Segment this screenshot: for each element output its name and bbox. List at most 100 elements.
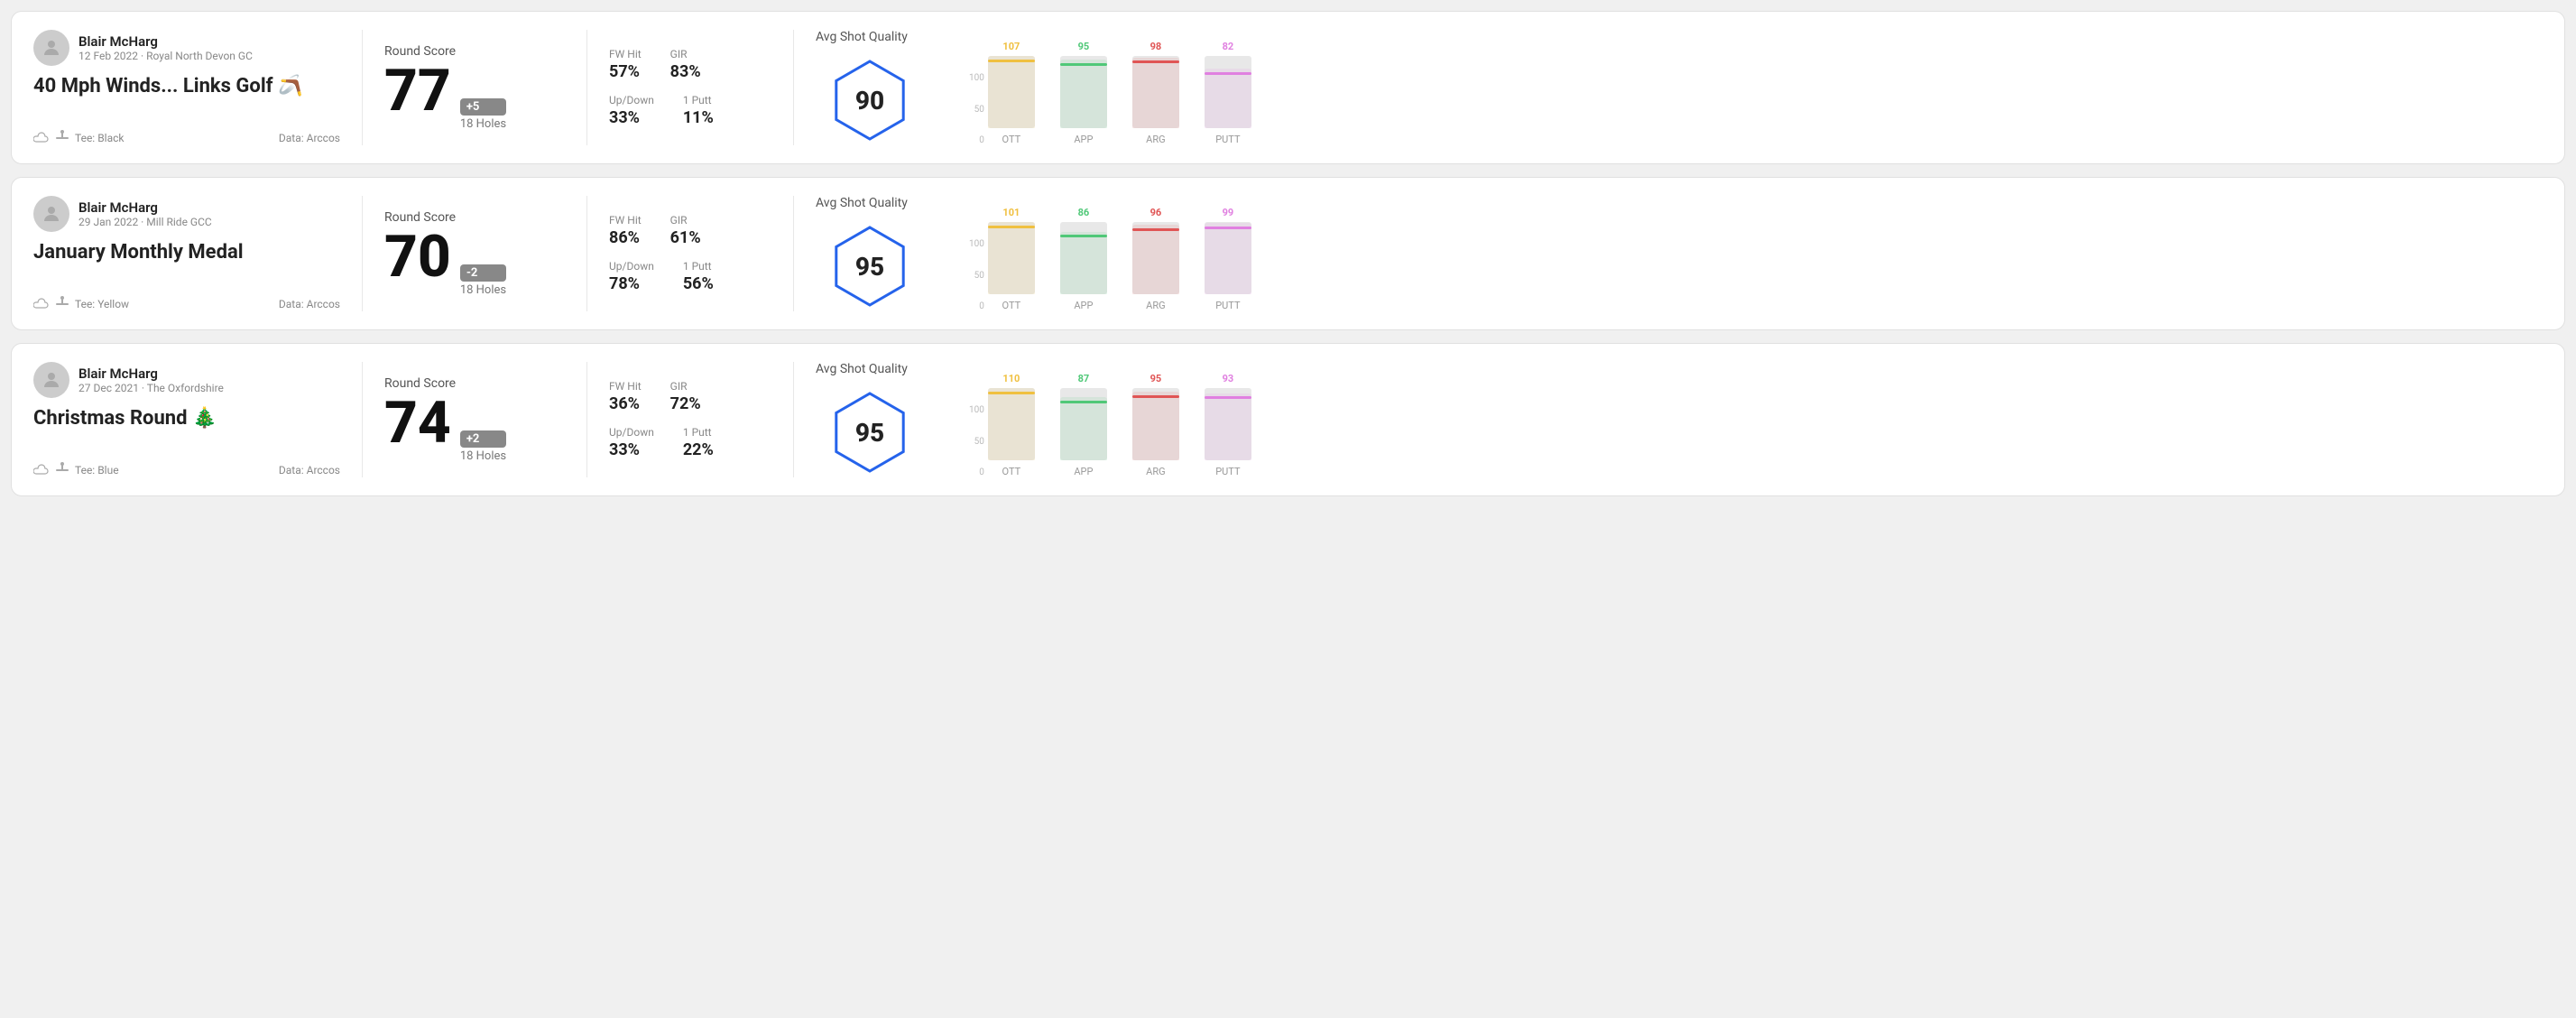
gir-value: 61% <box>670 228 701 247</box>
stats-section: FW Hit 36% GIR 72% Up/Down 33% 1 Putt 22… <box>609 362 771 477</box>
bar-fill-app <box>1060 232 1107 294</box>
bar-group-putt: 93 PUTT <box>1205 373 1251 477</box>
tee-info: Tee: Black <box>33 130 124 145</box>
left-section: Blair McHarg 27 Dec 2021 · The Oxfordshi… <box>33 362 340 477</box>
quality-label: Avg Shot Quality <box>816 30 908 44</box>
up-down-value: 33% <box>609 108 654 127</box>
bar-value-app: 86 <box>1078 207 1090 218</box>
hexagon-wrap: 90 <box>816 55 924 145</box>
quality-section: Avg Shot Quality 95 <box>816 196 960 311</box>
bar-fill-putt <box>1205 223 1251 294</box>
stat-one-putt: 1 Putt 56% <box>683 260 714 293</box>
bar-container-ott <box>988 388 1035 460</box>
quality-section: Avg Shot Quality 90 <box>816 30 960 145</box>
bar-container-arg <box>1132 222 1179 294</box>
bar-value-ott: 110 <box>1002 373 1020 384</box>
quality-label: Avg Shot Quality <box>816 362 908 376</box>
one-putt-label: 1 Putt <box>683 426 714 439</box>
stat-fw-hit: FW Hit 86% <box>609 214 642 247</box>
bar-value-putt: 93 <box>1223 373 1234 384</box>
bar-line-putt <box>1205 72 1251 75</box>
data-source: Data: Arccos <box>279 464 340 477</box>
gir-label: GIR <box>670 48 701 60</box>
bar-container-arg <box>1132 56 1179 128</box>
hexagon-wrap: 95 <box>816 387 924 477</box>
divider-mid <box>586 196 587 311</box>
score-number: 77 <box>384 62 451 120</box>
tee-info: Tee: Blue <box>33 462 119 477</box>
data-source: Data: Arccos <box>279 132 340 144</box>
bar-label-arg: ARG <box>1146 466 1165 477</box>
bar-container-putt <box>1205 56 1251 128</box>
stats-row-top: FW Hit 86% GIR 61% <box>609 214 771 247</box>
fw-hit-label: FW Hit <box>609 380 642 393</box>
round-title: January Monthly Medal <box>33 241 340 264</box>
bar-fill-ott <box>988 222 1035 294</box>
one-putt-value: 11% <box>683 108 714 127</box>
stat-gir: GIR 72% <box>670 380 701 413</box>
bar-label-arg: ARG <box>1146 134 1165 145</box>
bar-group-app: 95 APP <box>1060 41 1107 145</box>
bar-fill-arg <box>1132 392 1179 460</box>
score-diff-badge: +5 <box>460 98 506 116</box>
bar-group-app: 86 APP <box>1060 207 1107 311</box>
score-diff-badge: +2 <box>460 430 506 448</box>
bar-fill-ott <box>988 56 1035 128</box>
holes-text: 18 Holes <box>460 283 506 297</box>
data-source: Data: Arccos <box>279 298 340 310</box>
bar-label-app: APP <box>1074 134 1093 145</box>
bar-container-ott <box>988 222 1035 294</box>
up-down-value: 78% <box>609 274 654 293</box>
stats-section: FW Hit 57% GIR 83% Up/Down 33% 1 Putt 11… <box>609 30 771 145</box>
bar-label-ott: OTT <box>1002 134 1021 145</box>
bar-group-ott: 107 OTT <box>988 41 1035 145</box>
round-title: Christmas Round 🎄 <box>33 407 340 430</box>
divider-mid <box>586 30 587 145</box>
divider-right <box>793 30 794 145</box>
stat-fw-hit: FW Hit 36% <box>609 380 642 413</box>
bar-group-arg: 98 ARG <box>1132 41 1179 145</box>
bar-label-putt: PUTT <box>1215 134 1240 145</box>
round-card-1: Blair McHarg 12 Feb 2022 · Royal North D… <box>11 11 2565 164</box>
stat-gir: GIR 83% <box>670 48 701 81</box>
bar-container-app <box>1060 222 1107 294</box>
bar-value-putt: 82 <box>1223 41 1234 52</box>
round-title: 40 Mph Winds... Links Golf 🪃 <box>33 75 340 97</box>
bar-group-ott: 110 OTT <box>988 373 1035 477</box>
score-section: Round Score 77 +5 18 Holes <box>384 30 565 145</box>
hexagon-wrap: 95 <box>816 221 924 311</box>
bar-container-arg <box>1132 388 1179 460</box>
bar-group-app: 87 APP <box>1060 373 1107 477</box>
footer-info: Tee: Yellow Data: Arccos <box>33 296 340 311</box>
stats-row-top: FW Hit 36% GIR 72% <box>609 380 771 413</box>
fw-hit-label: FW Hit <box>609 214 642 227</box>
bar-line-arg <box>1132 395 1179 398</box>
score-row: 70 -2 18 Holes <box>384 228 565 297</box>
bar-group-arg: 96 ARG <box>1132 207 1179 311</box>
bar-line-ott <box>988 226 1035 228</box>
up-down-label: Up/Down <box>609 94 654 106</box>
stats-row-bottom: Up/Down 33% 1 Putt 22% <box>609 426 771 459</box>
bar-fill-putt <box>1205 393 1251 460</box>
user-name: Blair McHarg <box>78 33 253 50</box>
up-down-label: Up/Down <box>609 426 654 439</box>
bar-group-arg: 95 ARG <box>1132 373 1179 477</box>
holes-text: 18 Holes <box>460 117 506 131</box>
bar-line-app <box>1060 63 1107 66</box>
bar-line-arg <box>1132 60 1179 63</box>
bar-container-app <box>1060 388 1107 460</box>
bar-fill-ott <box>988 388 1035 460</box>
user-date-course: 29 Jan 2022 · Mill Ride GCC <box>78 216 212 228</box>
one-putt-label: 1 Putt <box>683 260 714 273</box>
chart-section: 100 50 0 107 OTT 95 APP <box>960 30 2543 145</box>
quality-number: 95 <box>855 418 884 448</box>
avatar <box>33 30 69 66</box>
bar-value-arg: 96 <box>1150 207 1162 218</box>
bar-container-app <box>1060 56 1107 128</box>
bar-line-app <box>1060 235 1107 237</box>
footer-info: Tee: Black Data: Arccos <box>33 130 340 145</box>
bar-value-ott: 107 <box>1002 41 1020 52</box>
tee-label: Tee: Black <box>75 132 124 144</box>
bar-label-ott: OTT <box>1002 466 1021 477</box>
bar-container-putt <box>1205 222 1251 294</box>
